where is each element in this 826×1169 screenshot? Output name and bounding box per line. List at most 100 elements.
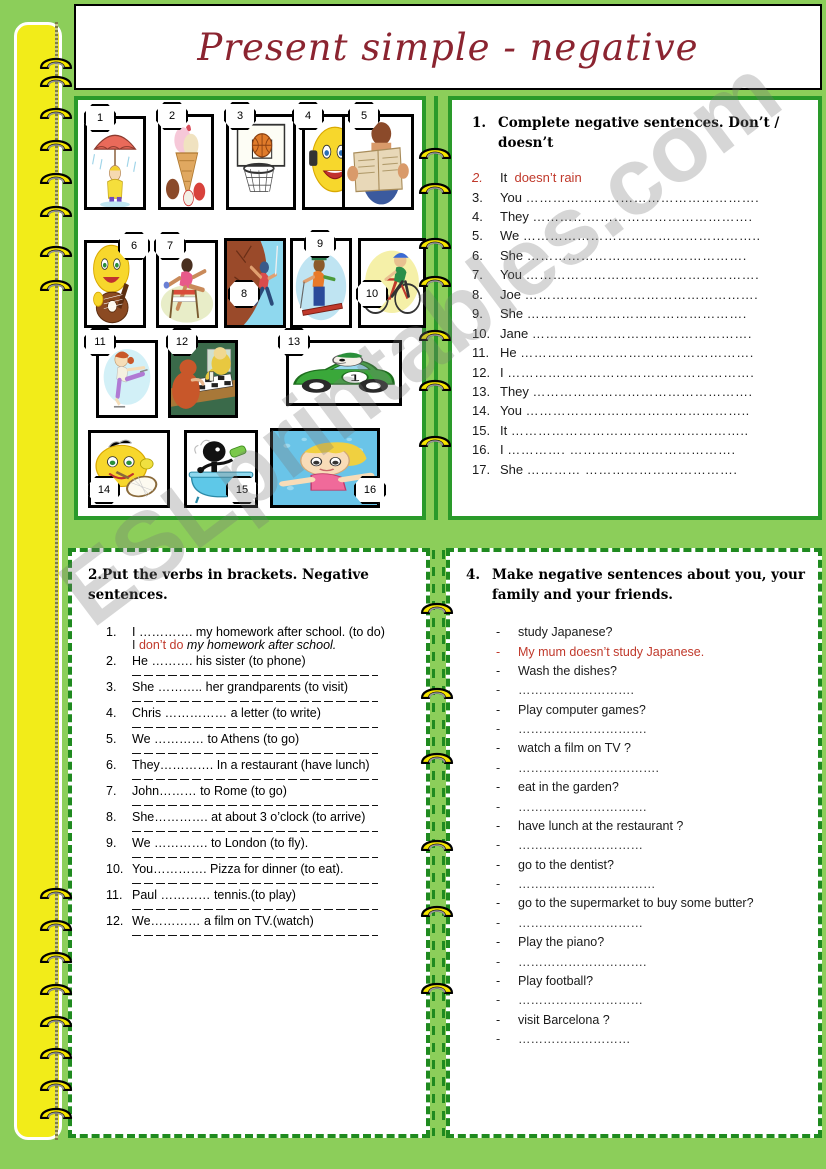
exercise-4-item[interactable]: - visit Barcelona ? xyxy=(496,1011,808,1030)
binder-ring xyxy=(39,238,73,257)
picture-cell-5 xyxy=(342,114,414,210)
exercise-2-item[interactable]: 11. Paul ………… tennis.(to play) xyxy=(106,888,416,911)
item-number: 14. xyxy=(472,403,491,419)
exercise-1-item[interactable]: 9. She …………………………………………. xyxy=(472,305,806,323)
exercise-2-item[interactable]: 8. She…………. at about 3 o’clock (to arrive… xyxy=(106,810,416,833)
worksheet-title-box: Present simple - negative xyxy=(74,4,822,90)
exercise-1-item[interactable]: 16. I …………. ………………………………. xyxy=(472,441,806,459)
exercise-4-item[interactable]: - Play the piano? xyxy=(496,933,808,952)
exercise-4-item[interactable]: - ……………………… xyxy=(496,1030,808,1049)
item-number: 7. xyxy=(106,784,117,799)
binder-ring xyxy=(420,595,454,614)
exercise-1-item[interactable]: 13. They …………………………………………. xyxy=(472,383,806,401)
exercise-1-item[interactable]: 14. You ………………………………………….. xyxy=(472,402,806,420)
binder-ring xyxy=(39,944,73,963)
exercise-2-item[interactable]: 5. We ………… to Athens (to go) xyxy=(106,732,416,755)
exercise-4-item[interactable]: - My mum doesn’t study Japanese. xyxy=(496,643,808,662)
exercise-2-item[interactable]: 12. We………… a film on TV.(watch) xyxy=(106,914,416,937)
exercise-4-item[interactable]: - have lunch at the restaurant ? xyxy=(496,817,808,836)
exercise-4-item[interactable]: - Wash the dishes? xyxy=(496,662,808,681)
item-dash: - xyxy=(496,954,501,969)
exercise-2-item[interactable]: 7. John……… to Rome (to go) xyxy=(106,784,416,807)
exercise-2-list: 1. I …………. my homework after school. (to … xyxy=(88,625,416,937)
exercise-4-item[interactable]: - ……………………………. xyxy=(496,759,808,778)
picture-grid: 1 2 3 4 5 6 7 8 9 10 11 12 1 13 14 15 16 xyxy=(78,100,426,516)
item-dash: - xyxy=(496,877,501,891)
item-text: …………………………. xyxy=(518,954,647,969)
item-number: 5. xyxy=(472,228,483,244)
exercise-1-item[interactable]: 8. Joe ……………………………………………. xyxy=(472,286,806,304)
answer-blank-line[interactable] xyxy=(132,831,378,833)
item-text: Play computer games? xyxy=(518,702,646,717)
exercise-4-heading: 4. Make negative sentences about you, yo… xyxy=(466,566,808,605)
exercise-4-item[interactable]: - ………………………… xyxy=(496,991,808,1010)
binder-ring xyxy=(39,1100,73,1119)
answer-blank-line[interactable] xyxy=(132,753,378,755)
exercise-1-item[interactable]: 3. You ……………………………………………. xyxy=(472,189,806,207)
item-dash: - xyxy=(496,722,501,736)
exercise-1-item[interactable]: 12. I ………………………………………………. xyxy=(472,364,806,382)
exercise-1-item[interactable]: 11. He ……………………………………………. xyxy=(472,344,806,362)
exercise-2-item[interactable]: 3. She ……….. her grandparents (to visit) xyxy=(106,680,416,703)
item-text: It …………………………………………….. xyxy=(500,422,749,438)
exercise-2-item[interactable]: 6. They…………. In a restaurant (have lunch) xyxy=(106,758,416,781)
binder-ring xyxy=(39,272,73,291)
exercise-1-item[interactable]: 17. She ………… ……………………………. xyxy=(472,461,806,479)
exercise-4-item[interactable]: - ………………………. xyxy=(496,681,808,700)
item-dash: - xyxy=(496,760,501,775)
exercise-4-item[interactable]: - ………………………… xyxy=(496,836,808,855)
exercise-4-item[interactable]: - go to the dentist? xyxy=(496,856,808,875)
answer-blank-line[interactable] xyxy=(132,935,378,937)
exercise-4-item[interactable]: - Play computer games? xyxy=(496,701,808,720)
exercise-2-item[interactable]: 10. You…………. Pizza for dinner (to eat). xyxy=(106,862,416,885)
answer-blank-line[interactable] xyxy=(132,701,378,703)
binder-ring xyxy=(39,50,73,69)
answer-blank-line[interactable] xyxy=(132,727,378,729)
picture-number-11: 11 xyxy=(84,328,116,356)
answer-blank-line[interactable] xyxy=(132,909,378,911)
answer-blank-line[interactable] xyxy=(132,675,378,677)
exercise-2-item[interactable]: 2. He ………. his sister (to phone) xyxy=(106,654,416,677)
exercise-1-item[interactable]: 15. It …………………………………………….. xyxy=(472,422,806,440)
item-text: You ……………………………………………. xyxy=(500,267,760,283)
exercise-1-item[interactable]: 2. It doesn’t rain xyxy=(472,169,806,187)
exercise-2-item[interactable]: 9. We …………. to London (to fly). xyxy=(106,836,416,859)
exercise-2-item[interactable]: 1. I …………. my homework after school. (to … xyxy=(106,625,416,652)
exercise-2-item[interactable]: 4. Chris …………… a letter (to write) xyxy=(106,706,416,729)
exercise-1-item[interactable]: 6. She …………………………………………. xyxy=(472,247,806,265)
exercise-4-item[interactable]: - eat in the garden? xyxy=(496,778,808,797)
answer-blank-line[interactable] xyxy=(132,883,378,885)
exercise-4-item[interactable]: - watch a film on TV ? xyxy=(496,739,808,758)
item-number: 15. xyxy=(472,422,491,438)
exercise-4-item[interactable]: - study Japanese? xyxy=(496,623,808,642)
item-text: You ……………………………………………. xyxy=(500,189,760,205)
item-number: 4. xyxy=(106,706,117,721)
exercise-1-item[interactable]: 10. Jane …………………………………………. xyxy=(472,325,806,343)
exercise-4-item[interactable]: - …………………………. xyxy=(496,720,808,739)
binder-ring xyxy=(39,198,73,217)
exercise-2-heading-line2: sentences. xyxy=(88,586,168,603)
picture-number-5: 5 xyxy=(348,102,380,130)
binder-ring xyxy=(418,372,452,391)
exercise-4-item[interactable]: - …………………………. xyxy=(496,798,808,817)
item-text: go to the dentist? xyxy=(518,857,614,872)
item-number: 8. xyxy=(472,286,483,302)
answer-blank-line[interactable] xyxy=(132,857,378,859)
exercise-4-item[interactable]: - Play football? xyxy=(496,972,808,991)
exercise-4: 4. Make negative sentences about you, yo… xyxy=(466,566,808,1049)
binder-ring xyxy=(39,100,73,119)
exercise-4-item[interactable]: - go to the supermarket to buy some butt… xyxy=(496,894,808,913)
exercise-4-item[interactable]: - …………………………. xyxy=(496,953,808,972)
exercise-1-item[interactable]: 4. They …………………………………………. xyxy=(472,208,806,226)
binder-ring xyxy=(418,230,452,249)
exercise-1-item[interactable]: 7. You ……………………………………………. xyxy=(472,266,806,284)
item-text: They…………. In a restaurant (have lunch) xyxy=(132,758,370,773)
answer-blank-line[interactable] xyxy=(132,805,378,807)
exercise-1-item[interactable]: 5. We …………………………………………….. xyxy=(472,227,806,245)
exercise-4-item[interactable]: - …………………………… xyxy=(496,875,808,894)
exercise-2-example-answer: I don’t do my homework after school. xyxy=(132,638,337,653)
exercise-4-number: 4. xyxy=(466,567,481,583)
exercise-4-item[interactable]: - ………………………… xyxy=(496,914,808,933)
answer-blank-line[interactable] xyxy=(132,779,378,781)
item-text: visit Barcelona ? xyxy=(518,1012,610,1027)
